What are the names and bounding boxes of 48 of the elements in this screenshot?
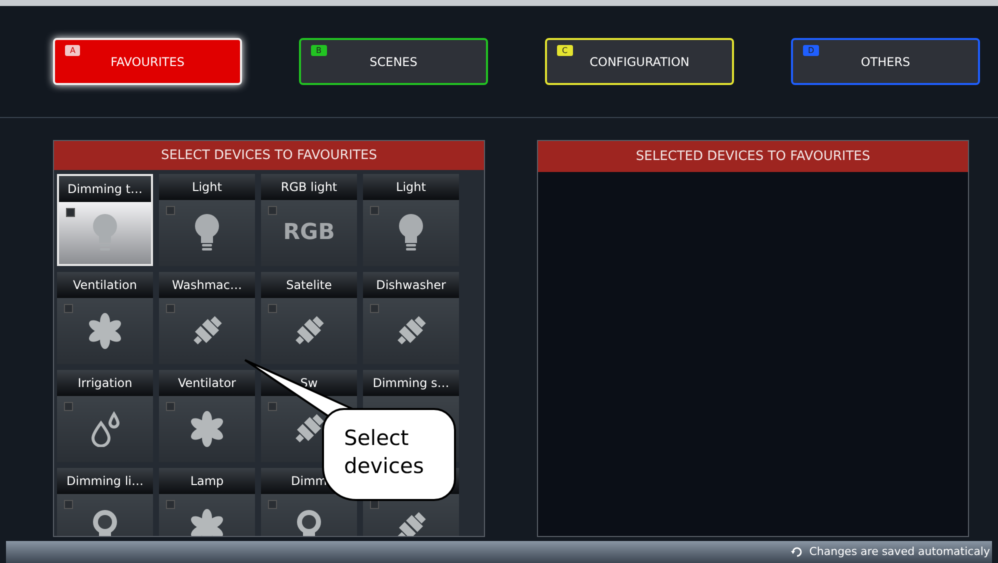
device-label: RGB light: [261, 174, 357, 200]
tab-letter-badge: A: [65, 45, 80, 56]
category-tab[interactable]: D OTHERS: [791, 38, 980, 85]
fan-icon: [87, 313, 123, 350]
device-checkbox[interactable]: [268, 206, 277, 216]
rgb-icon: RGB: [283, 222, 335, 244]
device-label: Ventilation: [57, 272, 153, 298]
device-label: Dimming t…: [59, 176, 151, 202]
device-label: Light: [159, 174, 255, 200]
undo-icon: [791, 546, 804, 558]
device-tile[interactable]: Dimming t…: [57, 174, 153, 266]
device-checkbox[interactable]: [64, 304, 73, 314]
tab-letter-badge: C: [557, 45, 573, 56]
light-bulb-icon: [398, 213, 424, 254]
device-label: Washmac…: [159, 272, 255, 298]
device-checkbox[interactable]: [370, 206, 379, 216]
fan-icon: [189, 411, 225, 448]
category-tab[interactable]: B SCENES: [299, 38, 488, 85]
device-checkbox[interactable]: [66, 208, 75, 218]
dimmer-bulb-icon: [295, 509, 323, 536]
device-checkbox[interactable]: [166, 304, 175, 314]
device-checkbox[interactable]: [166, 500, 175, 510]
category-tab[interactable]: C CONFIGURATION: [545, 38, 734, 85]
light-bulb-icon: [194, 213, 220, 254]
category-tab[interactable]: A FAVOURITES: [53, 38, 242, 85]
status-text: Changes are saved automaticaly: [809, 544, 990, 560]
tab-letter-badge: D: [803, 45, 820, 56]
device-checkbox[interactable]: [268, 304, 277, 314]
device-checkbox[interactable]: [370, 304, 379, 314]
tab-letter-badge: B: [311, 45, 326, 56]
dimmer-bulb-icon: [91, 509, 119, 536]
device-checkbox[interactable]: [166, 402, 175, 412]
panel-title: SELECT DEVICES TO FAVOURITES: [54, 141, 484, 170]
device-label: Ventilator: [159, 370, 255, 396]
device-checkbox[interactable]: [64, 500, 73, 510]
light-bulb-icon: [92, 213, 118, 254]
device-label: Light: [363, 174, 459, 200]
panel-title: SELECTED DEVICES TO FAVOURITES: [538, 141, 968, 172]
device-label: Satelite: [261, 272, 357, 298]
device-label: Lamp: [159, 468, 255, 494]
device-checkbox[interactable]: [64, 402, 73, 412]
device-label: Irrigation: [57, 370, 153, 396]
device-label: Dimming s…: [363, 370, 459, 396]
device-label: Dishwasher: [363, 272, 459, 298]
device-label: Dimming li…: [57, 468, 153, 494]
device-checkbox[interactable]: [166, 206, 175, 216]
device-checkbox[interactable]: [268, 402, 277, 412]
device-checkbox[interactable]: [268, 500, 277, 510]
